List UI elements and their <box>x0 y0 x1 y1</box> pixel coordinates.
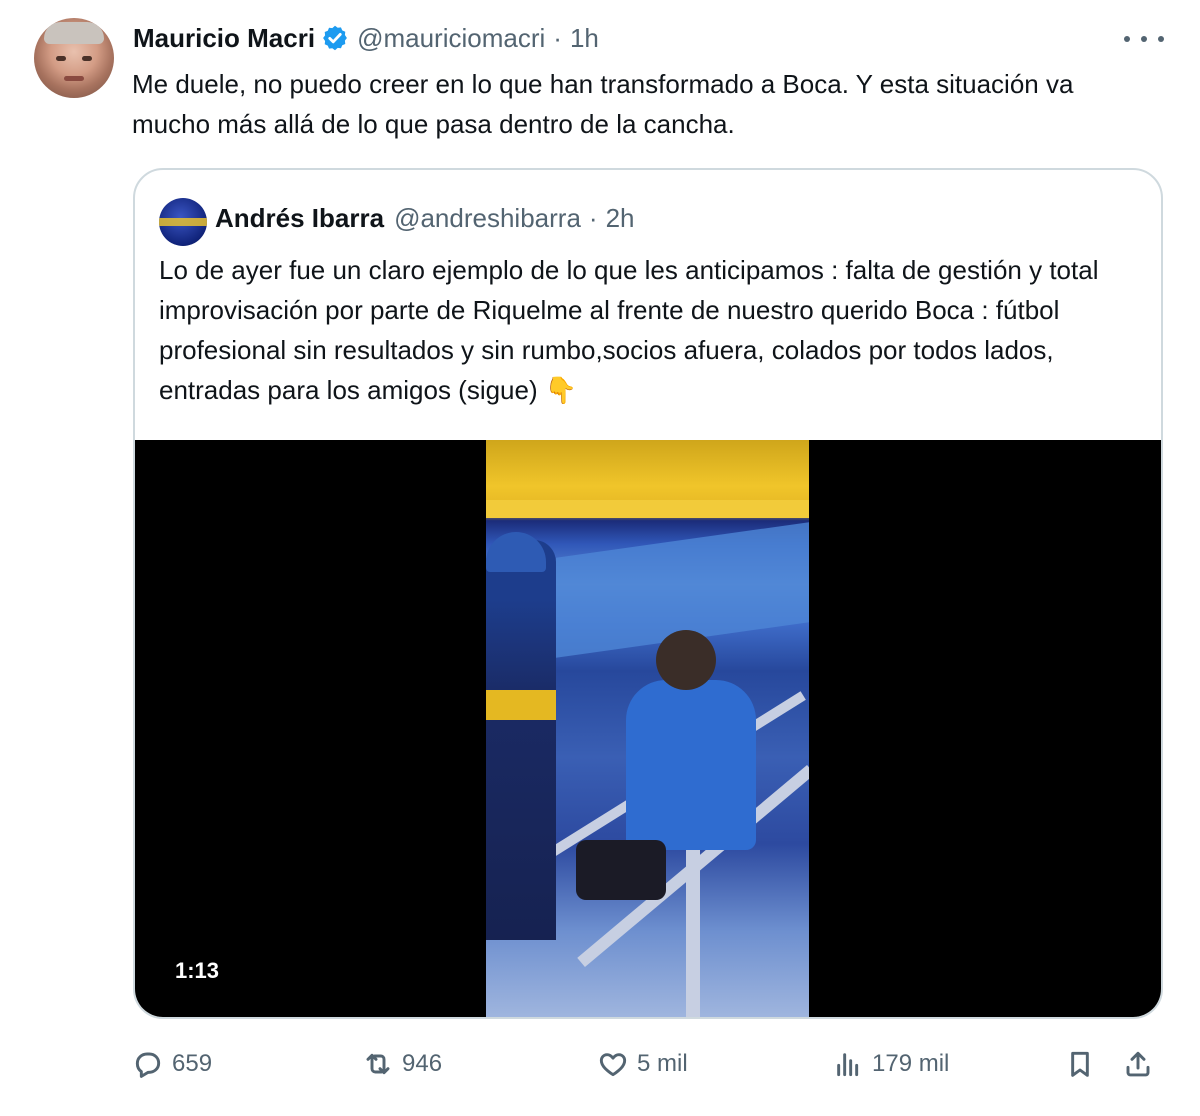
quoted-tweet-header: Andrés Ibarra @andreshibarra · 2h <box>215 200 635 236</box>
action-bar: 659 946 5 mil 179 mil <box>132 1042 1172 1086</box>
video-duration: 1:13 <box>175 958 220 983</box>
author-name[interactable]: Mauricio Macri <box>133 23 315 54</box>
author-handle[interactable]: @mauriciomacri <box>357 23 545 54</box>
bookmark-button[interactable] <box>1064 1042 1104 1086</box>
quoted-tweet-time[interactable]: 2h <box>606 203 635 234</box>
author-avatar[interactable] <box>34 18 114 98</box>
more-icon[interactable] <box>1124 26 1164 52</box>
reply-button[interactable]: 659 <box>132 1042 212 1086</box>
views-icon <box>837 1053 859 1077</box>
reply-icon <box>135 1052 161 1078</box>
like-icon <box>599 1053 627 1077</box>
separator-dot: · <box>553 22 562 53</box>
quoted-author-handle[interactable]: @andreshibarra <box>394 203 581 234</box>
quoted-author-avatar[interactable] <box>159 198 207 246</box>
video-player[interactable]: 1:13 <box>135 440 1161 1017</box>
reply-count: 659 <box>172 1050 213 1077</box>
repost-count: 946 <box>402 1050 443 1077</box>
quoted-tweet[interactable]: Andrés Ibarra @andreshibarra · 2h Lo de … <box>133 168 1163 1019</box>
video-frame[interactable] <box>486 440 809 1017</box>
like-button[interactable]: 5 mil <box>597 1042 688 1086</box>
views-count: 179 mil <box>872 1050 950 1077</box>
bookmark-icon <box>1071 1051 1089 1077</box>
verified-badge-icon <box>323 25 347 51</box>
tweet-text: Me duele, no puedo creer en lo que han t… <box>132 69 1074 139</box>
share-button[interactable] <box>1122 1042 1162 1086</box>
views-button[interactable]: 179 mil <box>832 1042 949 1086</box>
like-count: 5 mil <box>637 1050 688 1077</box>
repost-button[interactable]: 946 <box>362 1042 442 1086</box>
share-icon <box>1126 1051 1150 1077</box>
pointing-down-emoji: 👇 <box>544 375 578 405</box>
quoted-author-name[interactable]: Andrés Ibarra <box>215 203 384 234</box>
quoted-text-body: Lo de ayer fue un claro ejemplo de lo qu… <box>159 255 1099 405</box>
tweet[interactable]: Mauricio Macri @mauriciomacri · 1h Me du… <box>0 0 1200 1116</box>
separator-dot: · <box>588 202 598 233</box>
tweet-header: Mauricio Macri @mauriciomacri · 1h <box>133 20 599 56</box>
repost-icon <box>366 1053 390 1075</box>
quoted-tweet-text: Lo de ayer fue un claro ejemplo de lo qu… <box>159 250 1149 410</box>
tweet-time[interactable]: 1h <box>570 23 599 54</box>
